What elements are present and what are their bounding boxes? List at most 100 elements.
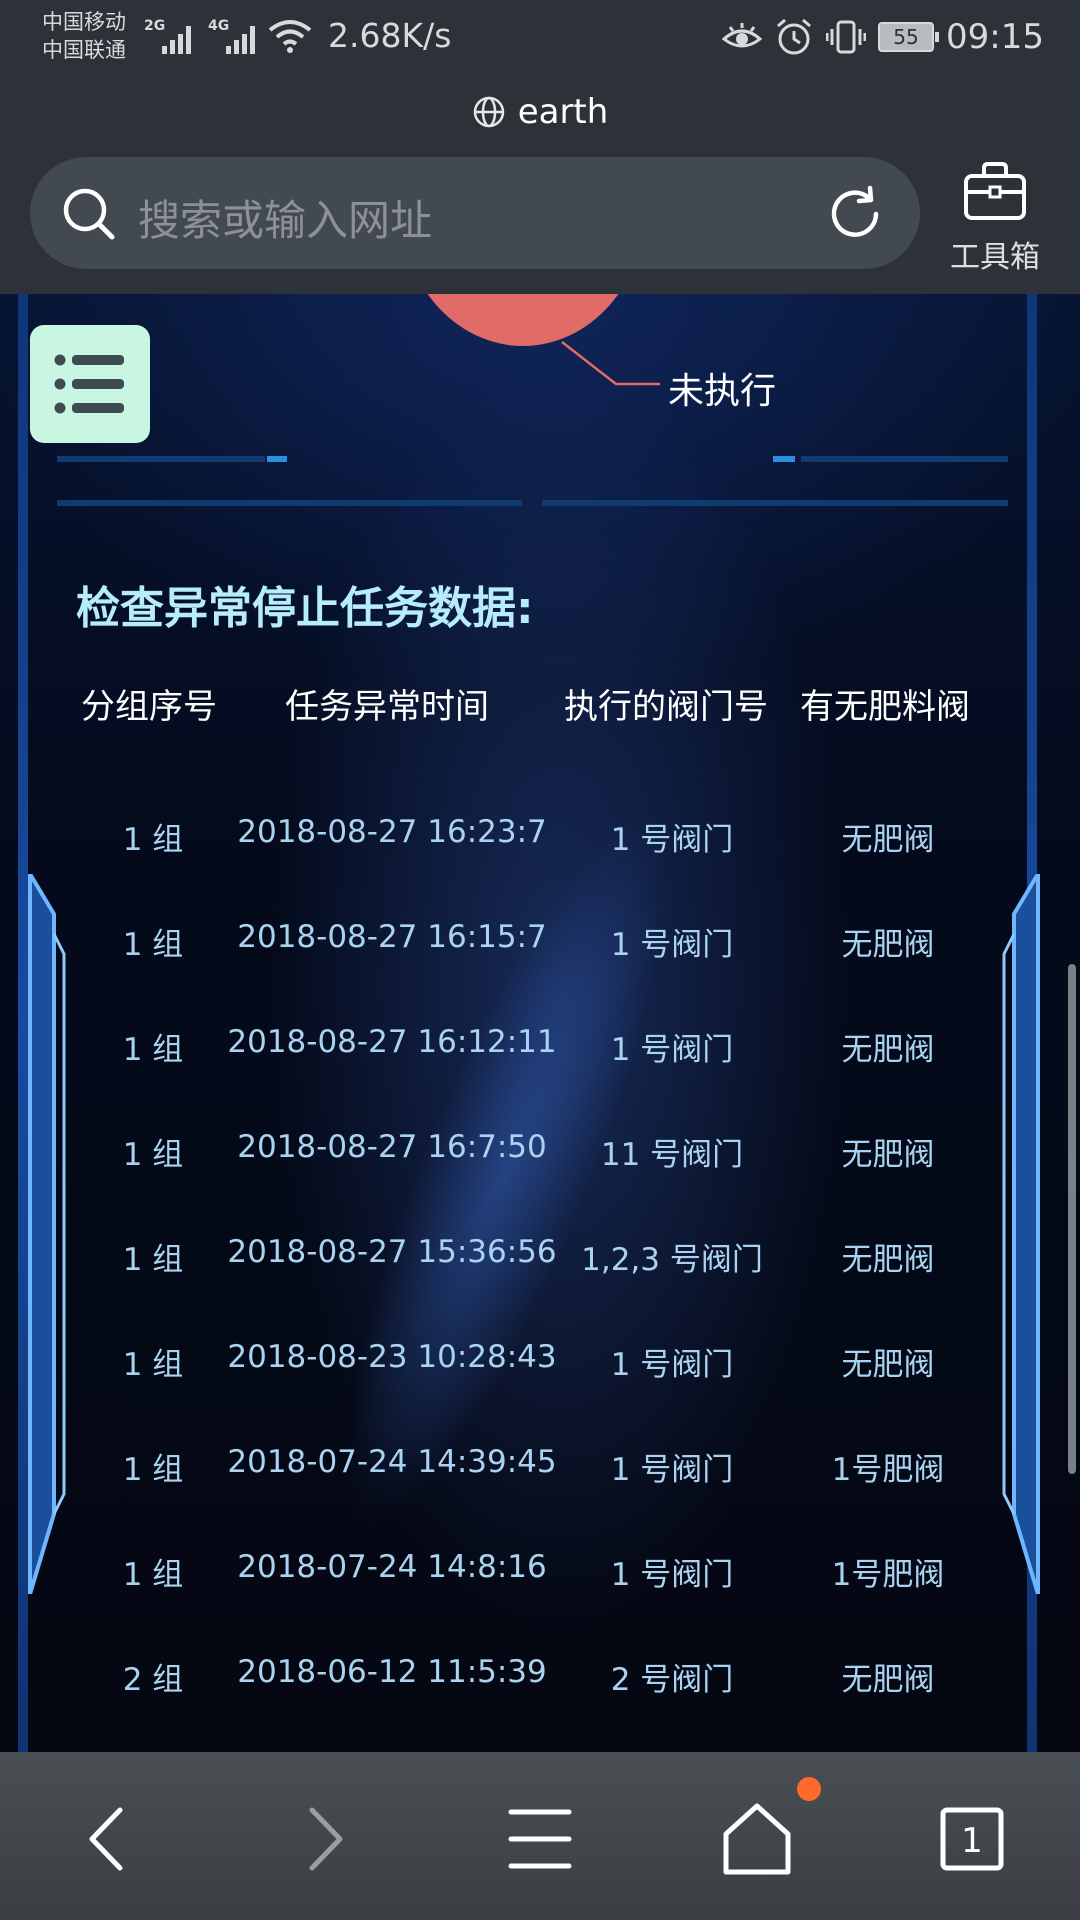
list-menu-icon (54, 354, 124, 414)
cell-valve: 11 号阀门 (600, 1137, 744, 1173)
header-valve: 执行的阀门号 (564, 687, 768, 727)
home-icon (723, 1803, 791, 1875)
cell-group: 1 组 (122, 1452, 184, 1488)
table-row: 1 组 2018-08-27 16:12:11 1 号阀门 无肥阀 (0, 1014, 1080, 1074)
cell-time: 2018-08-23 10:28:43 (227, 1339, 557, 1375)
toolbox-icon (964, 162, 1026, 220)
browser-top-chrome: 中国移动 中国联通 2G 4G 2.68K/s 55 09:15 earth 搜… (0, 0, 1080, 294)
table-row: 1 组 2018-08-27 16:7:50 11 号阀门 无肥阀 (0, 1119, 1080, 1179)
battery-indicator: 55 (878, 22, 940, 52)
cell-valve: 1 号阀门 (610, 1347, 734, 1383)
carrier-names: 中国移动 中国联通 (42, 8, 126, 64)
cell-fertilizer: 无肥阀 (841, 1137, 935, 1173)
toolbox-label: 工具箱 (950, 240, 1040, 275)
cell-valve: 1 号阀门 (610, 1452, 734, 1488)
cell-time: 2018-08-27 16:23:7 (237, 814, 547, 850)
web-content: 未执行 检查异常停止任务数据: 分组序号 任务异常时间 执行的阀门号 有无肥料阀… (0, 294, 1080, 1752)
header-group: 分组序号 (81, 687, 217, 727)
cell-valve: 1 号阀门 (610, 1032, 734, 1068)
tabs-icon: 1 (940, 1807, 1004, 1871)
cell-valve: 1 号阀门 (610, 927, 734, 963)
cell-fertilizer: 无肥阀 (841, 1032, 935, 1068)
back-arrow-icon (89, 1807, 123, 1871)
cell-valve: 2 号阀门 (610, 1662, 734, 1698)
table-row: 2 组 2018-06-12 11:5:39 2 号阀门 无肥阀 (0, 1644, 1080, 1704)
table-row: 1 组 2018-08-23 10:28:43 1 号阀门 无肥阀 (0, 1329, 1080, 1389)
cell-time: 2018-06-12 11:5:39 (237, 1654, 547, 1690)
status-right: 55 09:15 (722, 14, 1044, 60)
table-row: 1 组 2018-08-27 16:15:7 1 号阀门 无肥阀 (0, 909, 1080, 969)
globe-icon (473, 96, 504, 128)
cell-group: 2 组 (122, 1662, 184, 1698)
cell-group: 1 组 (122, 1032, 184, 1068)
section-title: 检查异常停止任务数据: (76, 583, 534, 634)
status-bar: 中国移动 中国联通 2G 4G 2.68K/s 55 09:15 (0, 0, 1080, 78)
cell-time: 2018-07-24 14:8:16 (237, 1549, 547, 1585)
signal-2-icon: 4G (208, 18, 264, 54)
divider-right-bottom (542, 500, 1008, 506)
cell-valve: 1,2,3 号阀门 (581, 1242, 763, 1278)
table-row: 1 组 2018-08-27 15:36:56 1,2,3 号阀门 无肥阀 (0, 1224, 1080, 1284)
pie-slice-label: 未执行 (668, 371, 777, 412)
refresh-icon[interactable] (826, 185, 884, 243)
address-bar[interactable]: 搜索或输入网址 (30, 157, 920, 269)
cell-time: 2018-08-27 16:12:11 (227, 1024, 557, 1060)
cell-fertilizer: 1号肥阀 (831, 1557, 945, 1593)
table-row: 1 组 2018-07-24 14:39:45 1 号阀门 1号肥阀 (0, 1434, 1080, 1494)
search-icon (63, 188, 115, 240)
wifi-icon (268, 20, 312, 53)
cell-fertilizer: 无肥阀 (841, 1242, 935, 1278)
cell-valve: 1 号阀门 (610, 822, 734, 858)
notification-dot (797, 1777, 821, 1801)
cell-time: 2018-07-24 14:39:45 (227, 1444, 557, 1480)
hamburger-icon (508, 1809, 572, 1869)
cell-group: 1 组 (122, 1557, 184, 1593)
table-row: 1 组 2018-08-27 16:23:7 1 号阀门 无肥阀 (0, 804, 1080, 864)
divider-right-top (801, 456, 1008, 462)
cell-time: 2018-08-27 15:36:56 (227, 1234, 557, 1270)
alarm-icon (777, 18, 811, 55)
divider-left-accent (267, 456, 287, 462)
divider-left-bottom (57, 500, 522, 506)
forward-arrow-icon (309, 1807, 343, 1871)
cell-time: 2018-08-27 16:7:50 (237, 1129, 547, 1165)
cell-fertilizer: 无肥阀 (841, 1662, 935, 1698)
cell-fertilizer: 无肥阀 (841, 927, 935, 963)
menu-nav-button[interactable] (495, 1794, 585, 1884)
tabs-button[interactable]: 1 (927, 1794, 1017, 1884)
cell-fertilizer: 无肥阀 (841, 1347, 935, 1383)
table-row: 1 组 2018-07-24 14:8:16 1 号阀门 1号肥阀 (0, 1539, 1080, 1599)
cell-fertilizer: 无肥阀 (841, 822, 935, 858)
divider-left-top (57, 456, 265, 462)
cell-group: 1 组 (122, 927, 184, 963)
pie-leader-line (561, 341, 660, 386)
browser-bottom-nav: 1 (0, 1752, 1080, 1920)
cell-group: 1 组 (122, 1137, 184, 1173)
page-scrollbar[interactable] (1068, 964, 1076, 1474)
forward-button[interactable] (280, 1794, 370, 1884)
cell-valve: 1 号阀门 (610, 1557, 734, 1593)
eye-comfort-icon (722, 23, 763, 48)
cell-group: 1 组 (122, 1242, 184, 1278)
divider-right-accent (773, 456, 795, 462)
cell-group: 1 组 (122, 822, 184, 858)
toolbox-button[interactable]: 工具箱 (940, 160, 1050, 275)
header-fertilizer: 有无肥料阀 (800, 687, 970, 727)
cell-time: 2018-08-27 16:15:7 (237, 919, 547, 955)
carrier-2: 中国联通 (42, 38, 126, 62)
carrier-1: 中国移动 (42, 10, 126, 34)
back-button[interactable] (62, 1794, 152, 1884)
signal-1-icon: 2G (144, 18, 200, 54)
network-speed: 2.68K/s (328, 16, 452, 55)
menu-button[interactable] (30, 325, 150, 443)
address-placeholder[interactable]: 搜索或输入网址 (138, 187, 432, 248)
cell-group: 1 组 (122, 1347, 184, 1383)
table-header: 分组序号 任务异常时间 执行的阀门号 有无肥料阀 (0, 679, 1080, 729)
tab-count: 1 (961, 1821, 983, 1861)
home-button[interactable] (712, 1794, 802, 1884)
vibrate-icon (826, 20, 867, 54)
clock: 09:15 (946, 17, 1044, 57)
page-title-row: earth (0, 82, 1080, 142)
header-time: 任务异常时间 (285, 687, 489, 727)
cell-fertilizer: 1号肥阀 (831, 1452, 945, 1488)
